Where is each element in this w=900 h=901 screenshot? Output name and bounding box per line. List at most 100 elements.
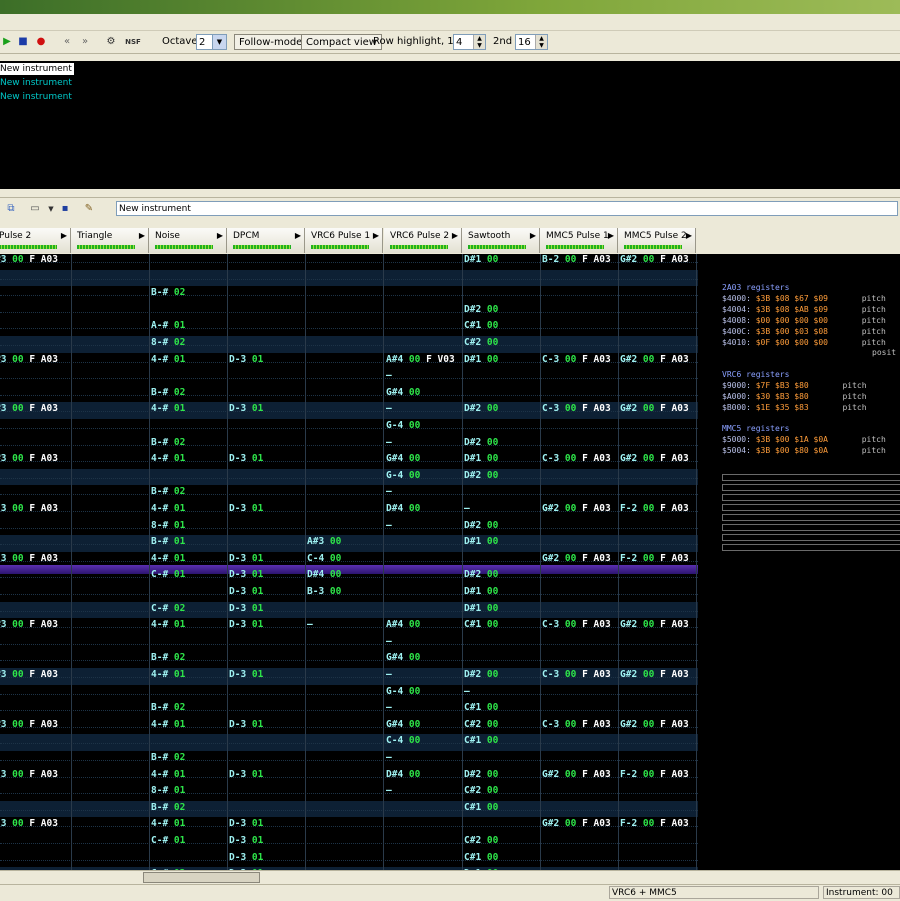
pattern-cell[interactable]: G#2 00 F A03 — [620, 254, 697, 269]
pattern-cell[interactable]: — — [386, 783, 463, 800]
pattern-cell[interactable]: D-3 01 — [229, 352, 306, 369]
pattern-cell[interactable]: F-2 00 F A03 — [620, 816, 697, 833]
pattern-cell[interactable]: C#1 00 — [464, 617, 541, 634]
expand-effects-icon[interactable]: ▶ — [686, 231, 692, 240]
instrument-list[interactable]: New instrument New instrument New instru… — [0, 61, 900, 189]
instrument-name-field[interactable]: New instrument — [116, 201, 898, 216]
pattern-cell[interactable]: G-4 00 — [386, 468, 463, 485]
pattern-cell[interactable]: B-# 02 — [151, 435, 228, 452]
pattern-cell[interactable]: D#4 00 — [386, 767, 463, 784]
octave-select[interactable]: 2 ▼ — [196, 34, 227, 50]
pattern-cell[interactable]: 8-# 02 — [151, 335, 228, 352]
pattern-cell[interactable]: G#2 00 F A03 — [542, 501, 619, 518]
pattern-cell[interactable]: — — [386, 435, 463, 452]
play-icon[interactable]: ▶ — [0, 35, 14, 49]
new-file-icon[interactable]: ▭ — [28, 202, 42, 216]
pattern-cell[interactable]: D-3 01 — [229, 451, 306, 468]
pattern-cell[interactable]: G#2 00 F A03 — [620, 667, 697, 684]
pattern-cell[interactable]: — — [386, 700, 463, 717]
pattern-cell[interactable]: C#1 00 — [464, 318, 541, 335]
pattern-cell[interactable]: 4-# 01 — [151, 667, 228, 684]
row-highlight-2nd-input[interactable]: 16 ▲ ▼ — [515, 34, 548, 50]
pattern-cell[interactable]: C-# 02 — [151, 601, 228, 618]
pattern-cell[interactable]: D#1 00 — [464, 534, 541, 551]
pattern-cell[interactable]: — — [386, 484, 463, 501]
pattern-cell[interactable]: D-3 01 — [229, 601, 306, 618]
pattern-cell[interactable]: C#1 00 — [464, 733, 541, 750]
pattern-cell[interactable]: 4-# 01 — [151, 617, 228, 634]
pattern-cell[interactable]: #3 00 F A03 — [0, 352, 72, 369]
save-icon[interactable]: ▪ — [58, 202, 72, 216]
pattern-cell[interactable]: C-3 00 F A03 — [542, 451, 619, 468]
expand-effects-icon[interactable]: ▶ — [373, 231, 379, 240]
spinner-icon[interactable]: ▲ ▼ — [535, 35, 547, 49]
pattern-cell[interactable]: A-# 01 — [151, 318, 228, 335]
channel-header[interactable]: Sawtooth ▶ — [462, 228, 540, 253]
expand-effects-icon[interactable]: ▶ — [608, 231, 614, 240]
pattern-cell[interactable]: #3 00 F A03 — [0, 617, 72, 634]
pattern-cell[interactable]: #3 00 F A03 — [0, 451, 72, 468]
pattern-cell[interactable]: G#2 00 F A03 — [620, 401, 697, 418]
pattern-cell[interactable]: B-# 02 — [151, 800, 228, 817]
pattern-cell[interactable]: A#4 00 — [386, 617, 463, 634]
pattern-cell[interactable]: 4-# 01 — [151, 717, 228, 734]
pattern-cell[interactable]: B-# 02 — [151, 385, 228, 402]
pattern-cell[interactable]: 8-# 01 — [151, 518, 228, 535]
pattern-cell[interactable]: B-3 00 — [307, 584, 384, 601]
pattern-cell[interactable]: D-3 01 — [229, 551, 306, 568]
compact-view-button[interactable]: Compact view — [301, 34, 382, 50]
pattern-cell[interactable]: D#1 00 — [464, 352, 541, 369]
pattern-cell[interactable]: F-2 00 F A03 — [620, 551, 697, 568]
pattern-cell[interactable]: C#2 00 — [464, 833, 541, 850]
pattern-cell[interactable]: D#2 00 — [464, 468, 541, 485]
pattern-cell[interactable]: -3 00 F A03 — [0, 816, 72, 833]
pattern-cell[interactable]: 4-# 01 — [151, 352, 228, 369]
pattern-cell[interactable]: C-3 00 F A03 — [542, 667, 619, 684]
pattern-cell[interactable]: D#1 00 — [464, 584, 541, 601]
pattern-cell[interactable]: F-2 00 F A03 — [620, 767, 697, 784]
settings-icon[interactable]: ⚙ — [104, 35, 118, 49]
pattern-cell[interactable]: D#2 00 — [464, 767, 541, 784]
pattern-cell[interactable]: D#2 00 — [464, 567, 541, 584]
pattern-cell[interactable]: C-4 00 — [386, 733, 463, 750]
pattern-cell[interactable]: C-4 00 — [307, 551, 384, 568]
pattern-cell[interactable]: A#3 00 — [307, 534, 384, 551]
pattern-cell[interactable]: A#4 00 F V03 — [386, 352, 463, 369]
pattern-cell[interactable]: 4-# 01 — [151, 551, 228, 568]
pattern-cell[interactable]: G#2 00 F A03 — [620, 717, 697, 734]
pattern-cell[interactable]: #3 00 F A03 — [0, 401, 72, 418]
pattern-cell[interactable]: C-3 00 F A03 — [542, 401, 619, 418]
pattern-editor[interactable]: #3 00 F A03D#1 00B-2 00 F A03G#2 00 F A0… — [0, 254, 698, 870]
expand-effects-icon[interactable]: ▶ — [61, 231, 67, 240]
instrument-item[interactable]: New instrument — [0, 91, 74, 103]
pattern-cell[interactable]: D#4 00 — [386, 501, 463, 518]
pattern-cell[interactable]: C#2 00 — [464, 717, 541, 734]
pattern-cell[interactable]: — — [464, 501, 541, 518]
pattern-cell[interactable]: -3 00 F A03 — [0, 551, 72, 568]
pattern-cell[interactable]: -3 00 F A03 — [0, 767, 72, 784]
pattern-cell[interactable]: C#1 00 — [464, 700, 541, 717]
pattern-cell[interactable]: D-3 01 — [229, 567, 306, 584]
pattern-cell[interactable]: D-3 01 — [229, 850, 306, 867]
channel-header[interactable]: MMC5 Pulse 2 ▶ — [618, 228, 696, 253]
pattern-cell[interactable]: G-4 00 — [386, 684, 463, 701]
prev-track-icon[interactable]: « — [60, 35, 74, 49]
expand-effects-icon[interactable]: ▶ — [452, 231, 458, 240]
channel-header[interactable]: VRC6 Pulse 2 ▶ — [384, 228, 462, 253]
pattern-cell[interactable]: — — [386, 368, 463, 385]
pattern-cell[interactable]: D#2 00 — [464, 667, 541, 684]
pattern-cell[interactable]: D-3 01 — [229, 816, 306, 833]
pattern-cell[interactable]: D-3 01 — [229, 667, 306, 684]
pattern-cell[interactable]: G#4 00 — [386, 451, 463, 468]
expand-effects-icon[interactable]: ▶ — [530, 231, 536, 240]
pattern-cell[interactable]: D-3 01 — [229, 717, 306, 734]
follow-mode-button[interactable]: Follow-mode — [234, 34, 308, 50]
pattern-cell[interactable]: G-4 00 — [386, 418, 463, 435]
pattern-cell[interactable]: G#4 00 — [386, 650, 463, 667]
pattern-cell[interactable]: — — [386, 750, 463, 767]
pattern-cell[interactable]: C#1 00 — [464, 850, 541, 867]
pattern-cell[interactable]: F-2 00 F A03 — [620, 501, 697, 518]
pattern-cell[interactable]: D-3 01 — [229, 401, 306, 418]
record-icon[interactable]: ● — [34, 35, 48, 49]
pattern-cell[interactable]: 4-# 01 — [151, 816, 228, 833]
